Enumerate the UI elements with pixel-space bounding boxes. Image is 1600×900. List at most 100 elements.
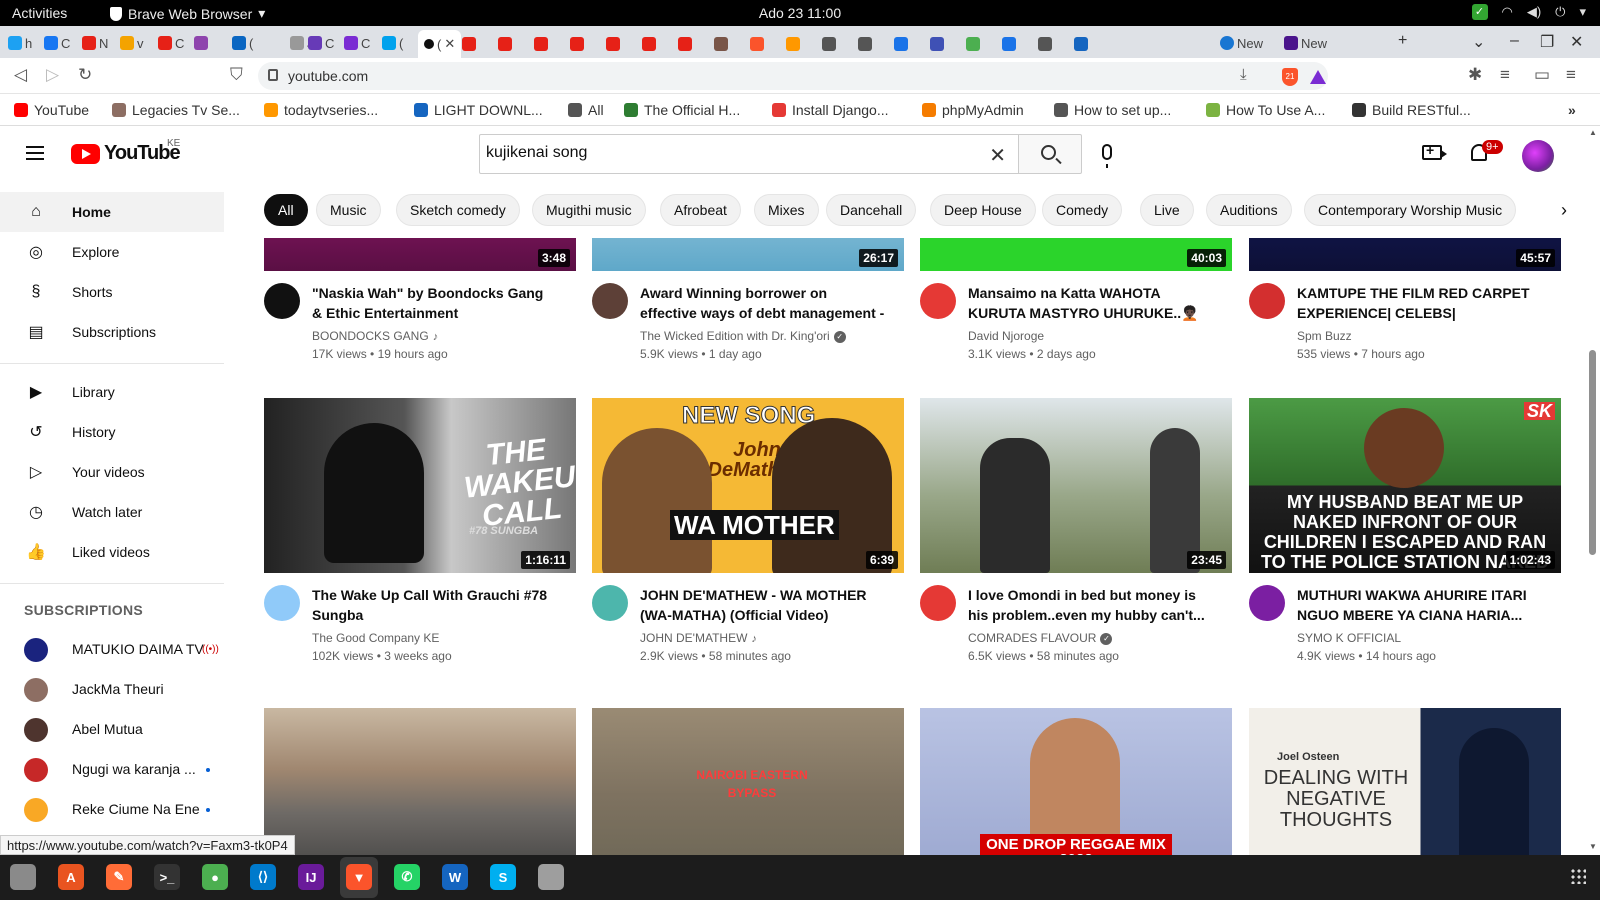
video-thumbnail[interactable]: Joel Osteen DEALING WITH NEGATIVE THOUGHT…	[1249, 708, 1561, 855]
drive-icon[interactable]	[538, 864, 564, 890]
video-title[interactable]: Award Winning borrower on effective ways…	[640, 283, 885, 323]
bookmark-item[interactable]: All	[568, 102, 604, 118]
browser-tab[interactable]: (	[232, 32, 253, 54]
sidebar-item-watch-later[interactable]: ◷ Watch later	[0, 492, 224, 532]
channel-avatar[interactable]	[264, 585, 300, 621]
tab-favicon-icon[interactable]	[786, 37, 800, 51]
wifi-icon[interactable]: ◠	[1502, 4, 1513, 20]
chip-comedy[interactable]: Comedy	[1042, 194, 1123, 226]
tab-search-icon[interactable]: ⌄	[1472, 32, 1485, 52]
more-bookmarks-icon[interactable]: »	[1568, 102, 1576, 118]
tab-new-1[interactable]: New	[1220, 32, 1263, 54]
bookmark-item[interactable]: LIGHT DOWNL...	[414, 102, 543, 118]
hamburger-menu-icon[interactable]	[26, 146, 44, 160]
scroll-up-icon[interactable]: ▲	[1589, 128, 1597, 137]
browser-tab[interactable]: v	[120, 32, 144, 54]
video-title[interactable]: MUTHURI WAKWA AHURIRE ITARI NGUO MBERE Y…	[1297, 585, 1542, 625]
tab-favicon-icon[interactable]	[750, 37, 764, 51]
url-text[interactable]: youtube.com	[288, 68, 368, 84]
active-tab[interactable]: ( ✕	[418, 30, 462, 58]
bookmark-icon[interactable]: ⛉	[230, 65, 243, 85]
close-icon[interactable]: ✕	[444, 36, 455, 52]
channel-name[interactable]: The Wicked Edition with Dr. King'ori ✓	[640, 329, 846, 343]
browser-tab[interactable]: (	[382, 32, 403, 54]
sidebar-item-history[interactable]: ↺ History	[0, 412, 224, 452]
tab-favicon-icon[interactable]	[858, 37, 872, 51]
tab-favicon-icon[interactable]	[930, 37, 944, 51]
search-box[interactable]: ✕	[479, 134, 1019, 174]
playlist-icon[interactable]: ≡	[1500, 65, 1510, 85]
browser-tab[interactable]: C	[344, 32, 370, 54]
channel-avatar[interactable]	[264, 283, 300, 319]
chrome-icon[interactable]: ●	[202, 864, 228, 890]
vscode-icon[interactable]: ⟨⟩	[250, 864, 276, 890]
tab-favicon-icon[interactable]	[642, 37, 656, 51]
sidebar-item-shorts[interactable]: § Shorts	[0, 272, 224, 312]
tab-favicon-icon[interactable]	[1038, 37, 1052, 51]
video-thumbnail[interactable]: 23:45	[920, 398, 1232, 573]
skype-icon[interactable]: S	[490, 864, 516, 890]
files-icon[interactable]	[10, 864, 36, 890]
chip-auditions[interactable]: Auditions	[1206, 194, 1292, 226]
subscription-item[interactable]: JackMa Theuri	[0, 670, 224, 710]
video-title[interactable]: The Wake Up Call With Grauchi #78 Sungba	[312, 585, 557, 625]
writer-icon[interactable]: W	[442, 864, 468, 890]
channel-name[interactable]: JOHN DE'MATHEW ♪	[640, 631, 757, 645]
video-title[interactable]: "Naskia Wah" by Boondocks Gang & Ethic E…	[312, 283, 557, 323]
reload-button[interactable]: ↻	[78, 65, 92, 85]
chip-music[interactable]: Music	[316, 194, 381, 226]
create-video-icon[interactable]	[1422, 142, 1447, 160]
software-center-icon[interactable]: A	[58, 864, 84, 890]
video-thumbnail[interactable]: THE WAKEUP CALL #78 SUNGBA 1:16:11	[264, 398, 576, 573]
chip-mixes[interactable]: Mixes	[754, 194, 819, 226]
youtube-logo[interactable]: YouTube	[71, 142, 181, 165]
tab-favicon-icon[interactable]	[462, 37, 476, 51]
channel-avatar[interactable]	[1249, 283, 1285, 319]
clear-search-icon[interactable]: ✕	[989, 143, 1006, 168]
browser-tab[interactable]: C	[44, 32, 70, 54]
scrollbar-thumb[interactable]	[1589, 350, 1596, 555]
chip-live[interactable]: Live	[1140, 194, 1194, 226]
chevron-down-icon[interactable]: ▾	[1579, 4, 1586, 20]
scroll-down-icon[interactable]: ▼	[1589, 842, 1597, 851]
bookmark-item[interactable]: todaytvseries...	[264, 102, 378, 118]
video-title[interactable]: I love Omondi in bed but money is his pr…	[968, 585, 1213, 625]
video-thumbnail[interactable]: MY HUSBAND BEAT ME UP NAKED INFRONT OF O…	[1249, 398, 1561, 573]
volume-icon[interactable]: ◀)	[1527, 4, 1541, 20]
tab-favicon-icon[interactable]	[966, 37, 980, 51]
bookmark-item[interactable]: phpMyAdmin	[922, 102, 1024, 118]
browser-tab[interactable]: C	[308, 32, 334, 54]
sidebar-item-explore[interactable]: ◎ Explore	[0, 232, 224, 272]
menu-icon[interactable]: ≡	[1566, 65, 1576, 85]
chip-sketch-comedy[interactable]: Sketch comedy	[396, 194, 520, 226]
app-menu[interactable]: Brave Web Browser ▾	[110, 5, 265, 22]
channel-name[interactable]: Spm Buzz	[1297, 329, 1352, 343]
video-thumbnail[interactable]	[264, 708, 576, 855]
brave-icon[interactable]: ▼	[346, 864, 372, 890]
system-tray[interactable]: ✓ ◠ ◀) ⏻ ▾	[1471, 4, 1586, 20]
bookmark-item[interactable]: How To Use A...	[1206, 102, 1325, 118]
brave-rewards-icon[interactable]	[1310, 70, 1326, 84]
forward-button[interactable]: ▷	[46, 65, 59, 85]
browser-tab[interactable]: N	[82, 32, 108, 54]
tab-favicon-icon[interactable]	[894, 37, 908, 51]
chip-mugithi-music[interactable]: Mugithi music	[532, 194, 646, 226]
brave-shields-icon[interactable]: 21	[1282, 68, 1298, 86]
extensions-icon[interactable]: ✱	[1468, 65, 1482, 85]
bookmark-item[interactable]: How to set up...	[1054, 102, 1171, 118]
chip-dancehall[interactable]: Dancehall	[826, 194, 917, 226]
browser-tab[interactable]: h	[8, 32, 32, 54]
tab-favicon-icon[interactable]	[534, 37, 548, 51]
minimize-button[interactable]: –	[1510, 32, 1519, 50]
sidebar-item-subscriptions[interactable]: ▤ Subscriptions	[0, 312, 224, 352]
page-scrollbar[interactable]: ▲ ▼	[1585, 126, 1600, 855]
bookmark-item[interactable]: Legacies Tv Se...	[112, 102, 240, 118]
install-app-icon[interactable]: ⤓	[1240, 66, 1247, 83]
chip-all[interactable]: All	[264, 194, 308, 226]
tab-favicon-icon[interactable]	[606, 37, 620, 51]
channel-name[interactable]: David Njoroge	[968, 329, 1044, 343]
tab-favicon-icon[interactable]	[714, 37, 728, 51]
app-grid-icon[interactable]	[1570, 868, 1586, 884]
tab-favicon-icon[interactable]	[498, 37, 512, 51]
microphone-icon[interactable]	[1102, 144, 1112, 168]
